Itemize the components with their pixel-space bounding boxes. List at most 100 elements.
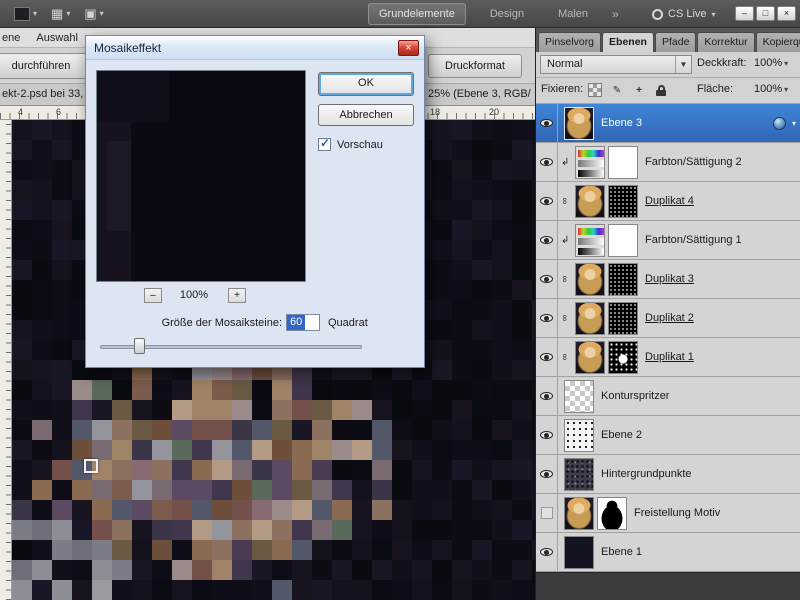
cell-size-slider-thumb[interactable] — [134, 338, 145, 354]
visibility-toggle[interactable] — [536, 260, 558, 298]
visibility-toggle[interactable] — [536, 182, 558, 220]
layer-mask-thumbnail[interactable] — [597, 496, 627, 530]
cs-live-control[interactable]: CS Live ▾ — [652, 0, 716, 28]
lock-transparency-icon[interactable] — [588, 83, 602, 97]
visibility-toggle[interactable] — [536, 416, 558, 454]
layer-name[interactable]: Ebene 1 — [601, 546, 642, 558]
visibility-toggle[interactable] — [536, 299, 558, 337]
layer-row-duplikat-4[interactable]: ∞ Duplikat 4 — [536, 182, 800, 221]
cell-size-input[interactable]: 60 — [286, 314, 320, 331]
layer-mask-thumbnail[interactable] — [608, 340, 638, 374]
visibility-toggle[interactable] — [536, 104, 558, 142]
visibility-toggle[interactable] — [536, 143, 558, 181]
lock-all-icon[interactable] — [654, 83, 668, 97]
dialog-title[interactable]: Mosaikeffekt — [86, 36, 424, 60]
layer-name[interactable]: Duplikat 3 — [645, 273, 694, 285]
restore-button[interactable]: □ — [756, 6, 775, 21]
layer-name[interactable]: Farbton/Sättigung 2 — [645, 156, 742, 168]
layer-name[interactable]: Ebene 3 — [601, 117, 642, 129]
layer-row-duplikat-2[interactable]: ∞ Duplikat 2 — [536, 299, 800, 338]
mosaic-cell — [492, 300, 512, 320]
tab-pfade[interactable]: Pfade — [654, 32, 697, 52]
mosaic-cell — [472, 560, 492, 580]
layer-thumbnail[interactable] — [564, 379, 594, 413]
menu-item-ene[interactable]: ene — [2, 32, 20, 44]
preview-checkbox[interactable]: ✓ — [318, 136, 331, 151]
visibility-toggle[interactable] — [536, 338, 558, 376]
layer-row-duplikat-1[interactable]: ∞ Duplikat 1 — [536, 338, 800, 377]
effects-icon[interactable] — [772, 116, 786, 130]
close-button[interactable]: × — [777, 6, 796, 21]
workspace-button-design[interactable]: Design — [480, 4, 534, 24]
layer-thumbnail[interactable] — [575, 262, 605, 296]
fill-value[interactable]: 100% ▾ — [754, 83, 788, 95]
layer-name[interactable]: Freistellung Motiv — [634, 507, 720, 519]
more-workspaces-chevron-icon[interactable]: » — [612, 7, 619, 21]
mosaic-cell — [172, 560, 192, 580]
layer-mask-thumbnail[interactable] — [608, 301, 638, 335]
layer-row-ebene-3[interactable]: Ebene 3 ▾ — [536, 104, 800, 143]
layer-name[interactable]: Duplikat 1 — [645, 351, 694, 363]
opacity-value[interactable]: 100% ▾ — [754, 57, 788, 69]
layer-thumbnail[interactable] — [575, 301, 605, 335]
tab-kopierque[interactable]: Kopierque — [755, 32, 800, 52]
lock-pixels-icon[interactable]: ✎ — [610, 83, 624, 97]
tab-pinselvorg[interactable]: Pinselvorg — [538, 32, 602, 52]
menu-item-auswahl[interactable]: Auswahl — [36, 32, 78, 44]
tool-preset-control[interactable]: ▾ — [14, 6, 37, 21]
workspace-button-malen[interactable]: Malen — [548, 4, 598, 24]
layer-thumbnail[interactable] — [564, 106, 594, 140]
visibility-toggle[interactable] — [536, 377, 558, 415]
layer-mask-thumbnail[interactable] — [608, 184, 638, 218]
layer-name[interactable]: Konturspritzer — [601, 390, 669, 402]
mosaic-cell — [452, 400, 472, 420]
layer-row-farbton-s-ttigung-2[interactable]: ↳ Farbton/Sättigung 2 — [536, 143, 800, 182]
layer-row-farbton-s-ttigung-1[interactable]: ↳ Farbton/Sättigung 1 — [536, 221, 800, 260]
commit-button[interactable]: durchführen — [0, 53, 90, 79]
view-extras-control[interactable]: ▦ ▾ — [51, 6, 70, 22]
blend-mode-dropdown[interactable]: Normal ▼ — [540, 55, 692, 74]
layer-name[interactable]: Duplikat 4 — [645, 195, 694, 207]
layer-thumbnail[interactable] — [575, 184, 605, 218]
layer-name[interactable]: Ebene 2 — [601, 429, 642, 441]
layer-thumbnail[interactable] — [575, 340, 605, 374]
zoom-in-button[interactable]: + — [228, 288, 246, 303]
layer-thumbnail[interactable] — [564, 457, 594, 491]
workspace-button-grundelemente[interactable]: Grundelemente — [368, 3, 466, 25]
ok-button[interactable]: OK — [318, 72, 414, 96]
mosaic-cell — [212, 540, 232, 560]
visibility-toggle[interactable] — [536, 221, 558, 259]
dialog-close-button[interactable]: × — [398, 40, 419, 56]
layer-row-ebene-1[interactable]: Ebene 1 — [536, 533, 800, 572]
layer-mask-thumbnail[interactable] — [608, 223, 638, 257]
layer-row-hintergrundpunkte[interactable]: Hintergrundpunkte — [536, 455, 800, 494]
tab-korrektur[interactable]: Korrektur — [697, 32, 755, 52]
mosaic-cell — [112, 540, 132, 560]
layer-mask-thumbnail[interactable] — [608, 262, 638, 296]
visibility-toggle[interactable] — [536, 533, 558, 571]
visibility-toggle[interactable] — [536, 494, 558, 532]
layer-thumbnail[interactable] — [564, 496, 594, 530]
layer-row-konturspritzer[interactable]: Konturspritzer — [536, 377, 800, 416]
layer-name[interactable]: Farbton/Sättigung 1 — [645, 234, 742, 246]
cancel-button[interactable]: Abbrechen — [318, 104, 414, 126]
layer-thumbnail[interactable] — [575, 145, 605, 179]
layer-thumbnail[interactable] — [564, 535, 594, 569]
chevron-down-icon[interactable]: ▾ — [792, 119, 796, 128]
layer-thumbnail[interactable] — [575, 223, 605, 257]
tab-ebenen[interactable]: Ebenen — [602, 32, 654, 52]
layer-row-freistellung-motiv[interactable]: Freistellung Motiv — [536, 494, 800, 533]
screen-mode-control[interactable]: ▣ ▾ — [84, 6, 103, 22]
layer-name[interactable]: Duplikat 2 — [645, 312, 694, 324]
filter-preview[interactable] — [96, 70, 306, 282]
layer-row-duplikat-3[interactable]: ∞ Duplikat 3 — [536, 260, 800, 299]
layer-mask-thumbnail[interactable] — [608, 145, 638, 179]
lock-position-icon[interactable]: + — [632, 83, 646, 97]
zoom-out-button[interactable]: – — [144, 288, 162, 303]
layer-row-ebene-2[interactable]: Ebene 2 — [536, 416, 800, 455]
layer-thumbnail[interactable] — [564, 418, 594, 452]
visibility-toggle[interactable] — [536, 455, 558, 493]
print-format-button[interactable]: Druckformat — [428, 54, 522, 78]
layer-name[interactable]: Hintergrundpunkte — [601, 468, 692, 480]
minimize-button[interactable]: – — [735, 6, 754, 21]
